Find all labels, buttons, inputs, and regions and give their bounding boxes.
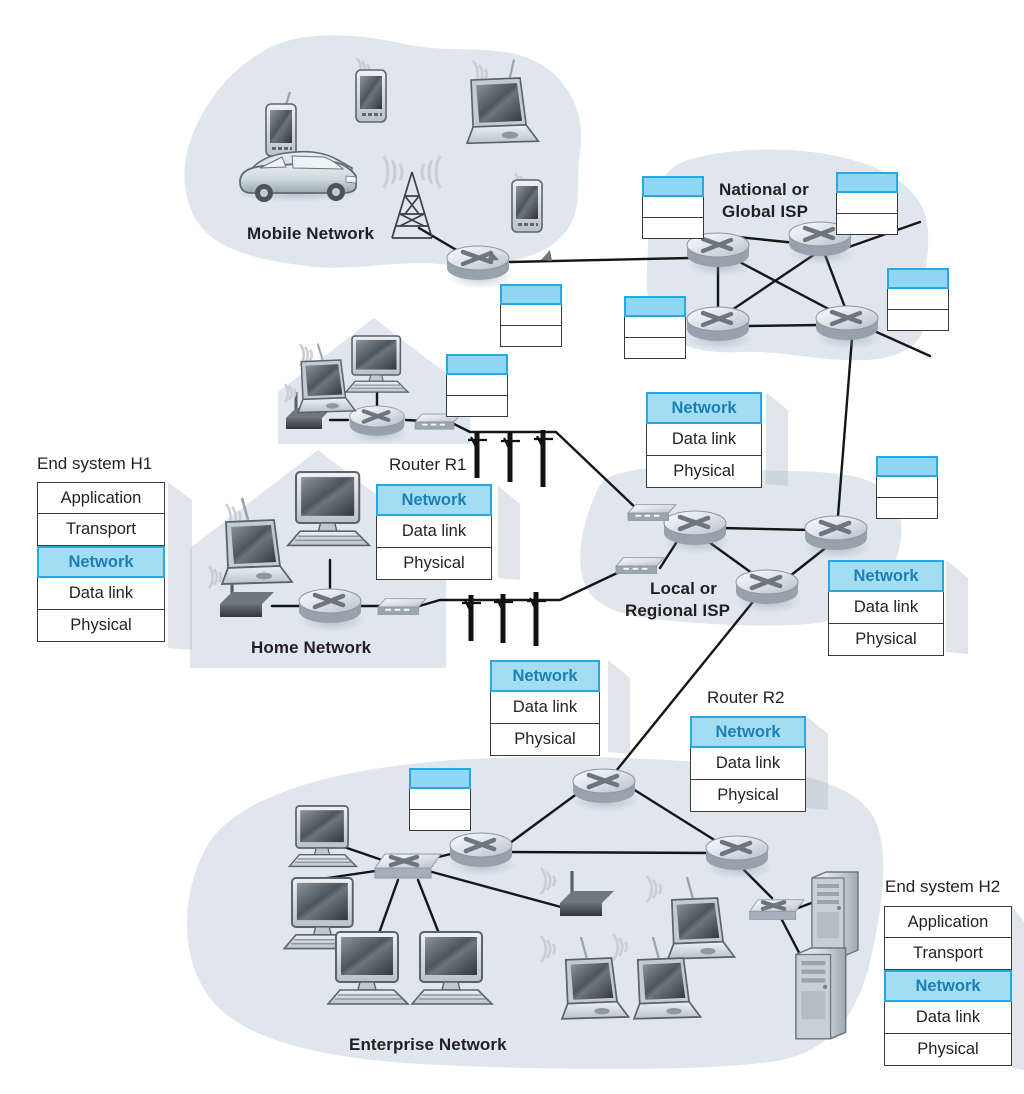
label-end-system-h2: End system H2 bbox=[885, 877, 1001, 896]
stack-cell-network: Network bbox=[37, 546, 165, 578]
stack-cell-network: Network bbox=[828, 560, 944, 592]
label-home-network: Home Network bbox=[251, 638, 372, 657]
protocol-stack-empty-home-upper bbox=[446, 354, 508, 417]
stack-cell-data-link: Data link bbox=[828, 592, 944, 624]
protocol-stack-enterprise-left: Network Data link Physical bbox=[490, 660, 600, 756]
stack-cell-data-link bbox=[446, 375, 508, 396]
stack-cell-physical bbox=[409, 810, 471, 831]
stack-cell-physical bbox=[642, 218, 704, 239]
stack-cell-network: Network bbox=[690, 716, 806, 748]
protocol-stack-h1: Application Transport Network Data link … bbox=[37, 482, 165, 642]
protocol-stack-h2: Application Transport Network Data link … bbox=[884, 906, 1012, 1066]
stack-cell-transport: Transport bbox=[884, 938, 1012, 970]
telephone-pole-group-upper bbox=[468, 430, 553, 487]
stack-cell-data-link: Data link bbox=[490, 692, 600, 724]
protocol-stack-empty-isp-east bbox=[887, 268, 949, 331]
stack-cell-data-link bbox=[624, 317, 686, 338]
stack-cell-physical bbox=[887, 310, 949, 331]
label-router-r1: Router R1 bbox=[389, 455, 467, 474]
protocol-stack-empty-isp-ne bbox=[836, 172, 898, 235]
stack-cell-physical: Physical bbox=[828, 624, 944, 656]
label-local-isp-line1: Local or bbox=[650, 579, 717, 598]
stack-cell-network bbox=[642, 176, 704, 197]
stack-cell-physical bbox=[446, 396, 508, 417]
label-router-r2: Router R2 bbox=[707, 688, 785, 707]
stack-cell-physical bbox=[624, 338, 686, 359]
stack-cell-physical: Physical bbox=[37, 610, 165, 642]
label-local-isp-line2: Regional ISP bbox=[625, 601, 731, 620]
stack-cell-transport: Transport bbox=[37, 514, 165, 546]
stack-cell-network bbox=[624, 296, 686, 317]
stack-cell-network: Network bbox=[490, 660, 600, 692]
stack-cell-network bbox=[409, 768, 471, 789]
stack-cell-data-link: Data link bbox=[376, 516, 492, 548]
stack-cell-physical: Physical bbox=[376, 548, 492, 580]
stack-cell-physical: Physical bbox=[490, 724, 600, 756]
stack-cell-network bbox=[836, 172, 898, 193]
label-national-isp-line2: Global ISP bbox=[722, 202, 809, 221]
stack-cell-physical bbox=[836, 214, 898, 235]
stack-cell-application: Application bbox=[884, 906, 1012, 938]
stack-cell-data-link bbox=[836, 193, 898, 214]
protocol-stack-router-r1: Network Data link Physical bbox=[376, 484, 492, 580]
stack-cell-data-link: Data link bbox=[690, 748, 806, 780]
stack-cell-physical bbox=[876, 498, 938, 519]
stack-cell-application: Application bbox=[37, 482, 165, 514]
stack-cell-physical: Physical bbox=[690, 780, 806, 812]
label-enterprise-network: Enterprise Network bbox=[349, 1035, 507, 1054]
label-end-system-h1: End system H1 bbox=[37, 454, 153, 473]
stack-cell-data-link: Data link bbox=[884, 1002, 1012, 1034]
protocol-stack-router-r2: Network Data link Physical bbox=[690, 716, 806, 812]
protocol-stack-empty-isp-down bbox=[876, 456, 938, 519]
stack-cell-data-link bbox=[500, 305, 562, 326]
stack-cell-data-link bbox=[642, 197, 704, 218]
stack-cell-network: Network bbox=[646, 392, 762, 424]
stack-cell-data-link bbox=[887, 289, 949, 310]
stack-cell-data-link bbox=[876, 477, 938, 498]
protocol-stack-empty-isp-sw bbox=[624, 296, 686, 359]
protocol-stack-empty-isp-nw bbox=[642, 176, 704, 239]
label-mobile-network: Mobile Network bbox=[247, 224, 375, 243]
stack-cell-data-link: Data link bbox=[37, 578, 165, 610]
stack-cell-data-link: Data link bbox=[646, 424, 762, 456]
stack-cell-network bbox=[446, 354, 508, 375]
stack-cell-network bbox=[876, 456, 938, 477]
stack-cell-physical: Physical bbox=[884, 1034, 1012, 1066]
protocol-stack-empty-enterprise bbox=[409, 768, 471, 831]
stack-cell-network: Network bbox=[376, 484, 492, 516]
network-diagram-canvas: Mobile Network National or Global ISP Lo… bbox=[0, 0, 1024, 1094]
stack-cell-data-link bbox=[409, 789, 471, 810]
protocol-stack-empty-mobile bbox=[500, 284, 562, 347]
stack-cell-network bbox=[887, 268, 949, 289]
label-national-isp-line1: National or bbox=[719, 180, 809, 199]
stack-cell-physical: Physical bbox=[646, 456, 762, 488]
stack-cell-physical bbox=[500, 326, 562, 347]
stack-cell-network: Network bbox=[884, 970, 1012, 1002]
protocol-stack-isp-right: Network Data link Physical bbox=[828, 560, 944, 656]
protocol-stack-isp-top: Network Data link Physical bbox=[646, 392, 762, 488]
stack-cell-network bbox=[500, 284, 562, 305]
